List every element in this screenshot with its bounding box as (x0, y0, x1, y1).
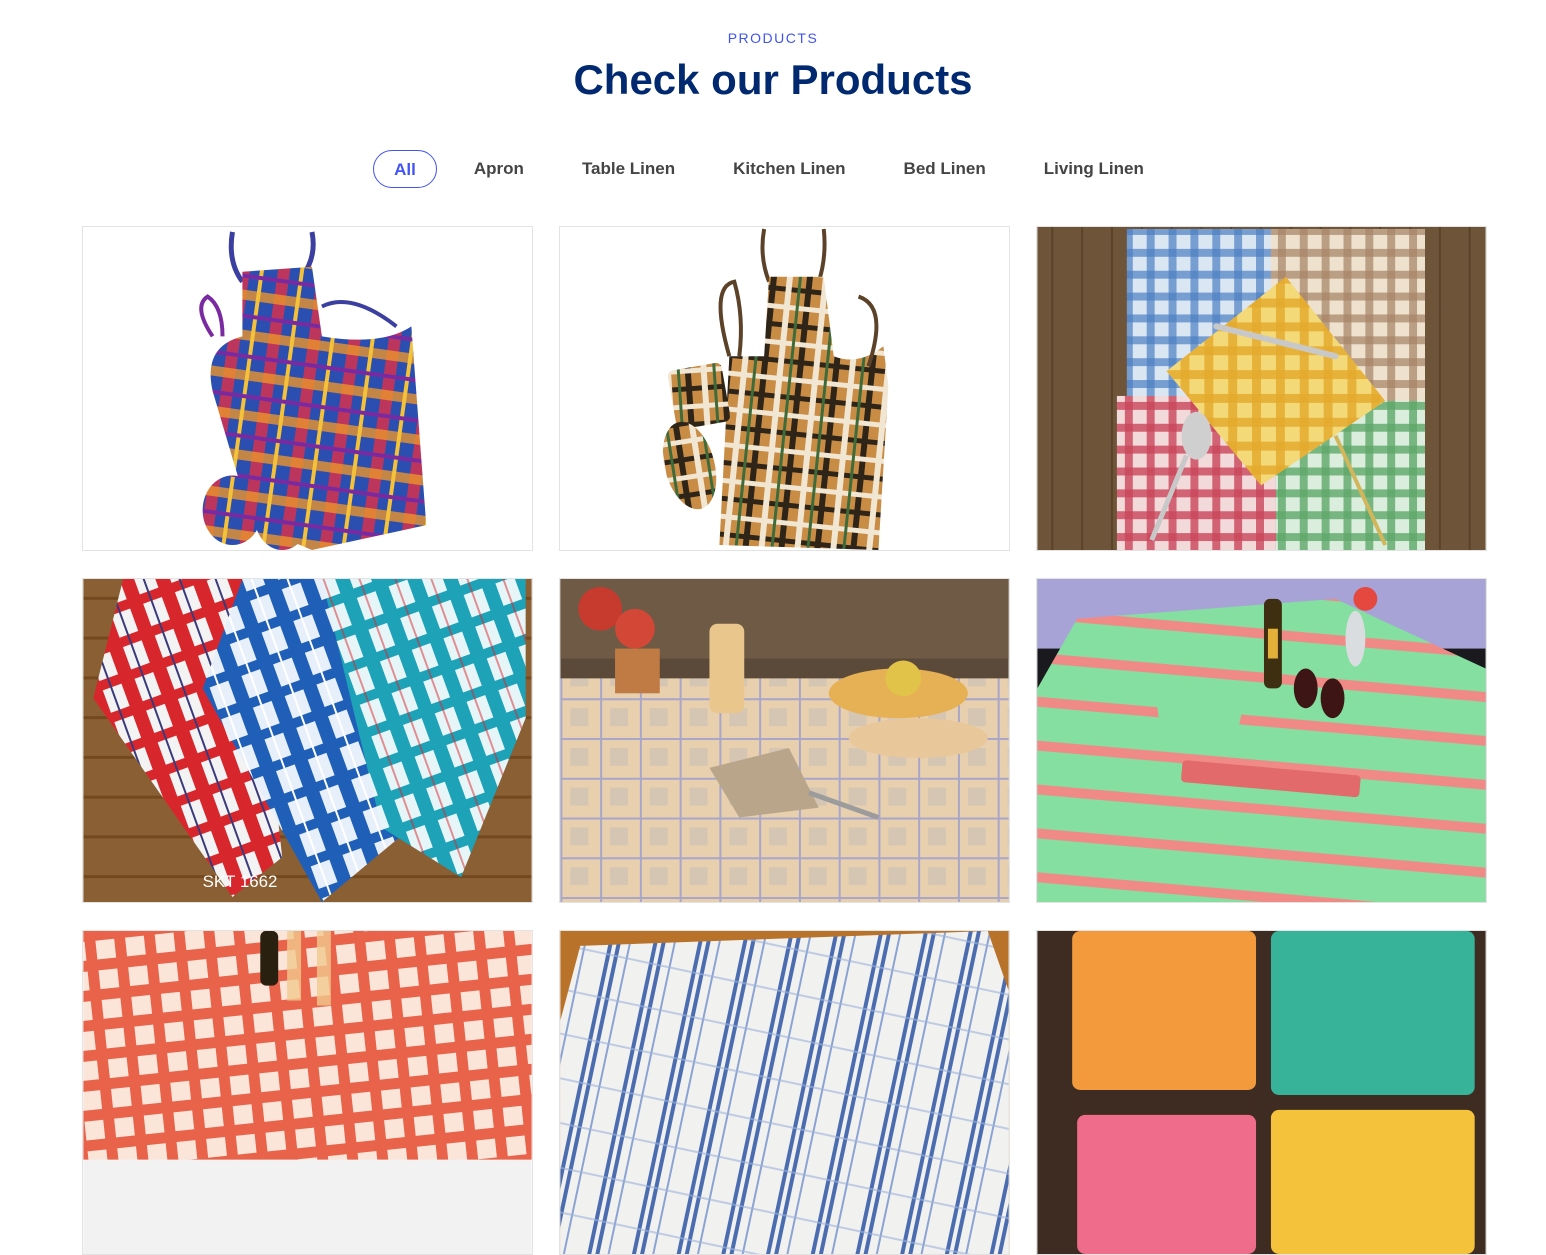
product-card-apron-2[interactable] (559, 226, 1010, 551)
product-card-table-red[interactable] (82, 930, 533, 1255)
product-card-table-beige[interactable] (559, 578, 1010, 903)
product-card-apron-1[interactable] (82, 226, 533, 551)
filter-table-linen[interactable]: Table Linen (553, 150, 704, 188)
filter-kitchen-linen[interactable]: Kitchen Linen (704, 150, 874, 188)
beige-tablecloth-image (560, 579, 1009, 902)
product-filters: All Apron Table Linen Kitchen Linen Bed … (0, 150, 1546, 188)
product-card-table-green[interactable] (1036, 578, 1487, 903)
plaid-kitchen-towels-image: SKT 1662 (83, 579, 532, 902)
brown-plaid-apron-image (560, 227, 1009, 550)
product-card-terry[interactable] (1036, 930, 1487, 1255)
blue-striped-towels-image (560, 931, 1009, 1254)
plaid-apron-image (83, 227, 532, 550)
product-card-napkins[interactable] (1036, 226, 1487, 551)
product-card-tea-towels[interactable] (559, 930, 1010, 1255)
filter-apron[interactable]: Apron (445, 150, 553, 188)
red-checked-tablecloth-image (83, 931, 532, 1254)
green-tablecloth-image (1037, 579, 1486, 902)
section-title: Check our Products (573, 56, 973, 103)
section-eyebrow: PRODUCTS (727, 30, 819, 46)
checked-napkins-image (1037, 227, 1486, 550)
filter-all[interactable]: All (373, 150, 437, 188)
terry-cloth-squares-image (1037, 931, 1486, 1254)
product-grid: SKT 1662 (82, 226, 1487, 1255)
filter-living-linen[interactable]: Living Linen (1015, 150, 1173, 188)
towel-caption: SKT 1662 (203, 872, 278, 891)
filter-bed-linen[interactable]: Bed Linen (875, 150, 1015, 188)
product-card-kitchen-towels[interactable]: SKT 1662 (82, 578, 533, 903)
